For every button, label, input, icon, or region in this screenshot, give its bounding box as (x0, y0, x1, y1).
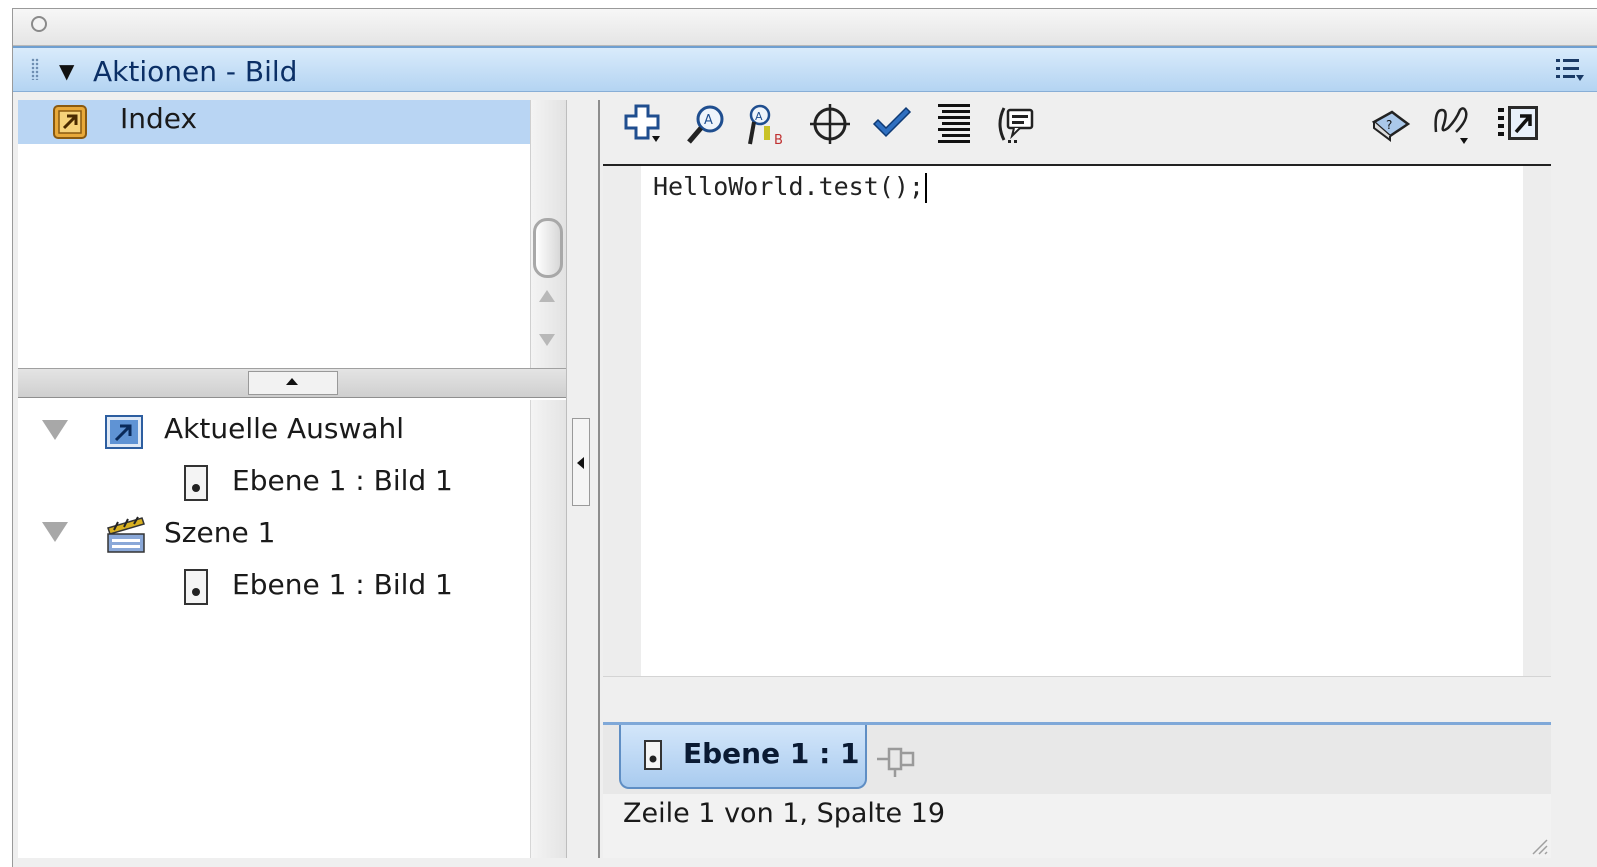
script-assist-icon[interactable] (1496, 102, 1540, 146)
panel-header[interactable]: ▼ Aktionen - Bild (13, 46, 1597, 92)
tree-label: Aktuelle Auswahl (164, 412, 405, 445)
svg-text:A: A (704, 113, 713, 128)
check-syntax-icon[interactable] (870, 102, 914, 146)
tree-item-frame[interactable]: Ebene 1 : Bild 1 (18, 564, 498, 608)
target-path-icon[interactable] (808, 102, 852, 146)
auto-format-icon[interactable] (932, 102, 976, 146)
tree-label: Szene 1 (164, 516, 276, 549)
panel-menu-icon[interactable] (1554, 56, 1586, 84)
line-number-gutter (603, 166, 641, 676)
current-selection-icon (105, 415, 143, 449)
tree-item-frame[interactable]: Ebene 1 : Bild 1 (18, 460, 498, 504)
svg-text:?: ? (1386, 118, 1392, 132)
scroll-thumb[interactable] (533, 218, 563, 278)
actions-toolbox-pane: Index Aktuelle Auswahl Ebene 1 : Bild 1 (18, 100, 566, 858)
replace-icon[interactable]: A B (744, 102, 788, 146)
collapse-left-arrow-icon (577, 457, 584, 469)
script-navigator-tree: Aktuelle Auswahl Ebene 1 : Bild 1 Szene … (18, 400, 530, 858)
svg-text:A: A (755, 110, 763, 123)
code-text: HelloWorld.test(); (653, 172, 924, 201)
pane-divider[interactable] (566, 100, 600, 858)
script-toolbar: A A B ? (604, 88, 1552, 166)
add-statement-icon[interactable] (622, 102, 666, 146)
frame-doc-icon (184, 465, 208, 501)
resize-grip-icon[interactable] (1527, 834, 1549, 856)
toolbox-scrollbar[interactable] (530, 100, 566, 368)
index-item[interactable]: Index (18, 100, 530, 144)
scroll-up-arrow-icon[interactable] (539, 290, 555, 302)
panel-title: Aktionen - Bild (93, 55, 298, 88)
tree-label: Ebene 1 : Bild 1 (232, 464, 453, 497)
code-hint-icon[interactable] (994, 102, 1038, 146)
scroll-down-arrow-icon[interactable] (539, 334, 555, 346)
frame-doc-icon (644, 740, 662, 770)
tree-item-scene[interactable]: Szene 1 (18, 512, 498, 556)
tab-label: Ebene 1 : 1 (683, 737, 860, 770)
disclosure-triangle-icon[interactable] (42, 420, 68, 440)
collapse-pane-handle[interactable] (572, 418, 590, 506)
splitter-up-arrow-icon (286, 378, 298, 385)
pin-script-icon[interactable] (875, 739, 919, 777)
script-editor[interactable]: HelloWorld.test(); (603, 164, 1551, 676)
disclosure-triangle-icon[interactable] (42, 522, 68, 542)
navigator-scrollbar[interactable] (530, 400, 566, 858)
tree-item-current-selection[interactable]: Aktuelle Auswahl (18, 408, 498, 452)
editor-horizontal-scrollbar[interactable] (603, 676, 1551, 724)
status-bar: Zeile 1 von 1, Spalte 19 (603, 794, 1551, 858)
cursor-position-status: Zeile 1 von 1, Spalte 19 (623, 798, 946, 829)
index-book-icon (53, 105, 87, 139)
text-caret (924, 173, 927, 203)
code-line[interactable]: HelloWorld.test(); (653, 172, 927, 203)
tab-frame-script[interactable]: Ebene 1 : 1 (619, 725, 867, 789)
tree-label: Ebene 1 : Bild 1 (232, 568, 453, 601)
find-icon[interactable]: A (684, 102, 728, 146)
index-label: Index (120, 102, 198, 135)
collapse-triangle-icon[interactable]: ▼ (59, 59, 74, 83)
close-circle-button[interactable] (31, 16, 47, 32)
frame-doc-icon (184, 569, 208, 605)
reference-icon[interactable]: ? (1368, 102, 1412, 146)
pane-splitter[interactable] (18, 368, 566, 398)
debug-options-icon[interactable] (1430, 102, 1474, 146)
editor-right-margin (1523, 166, 1551, 676)
splitter-handle[interactable] (248, 371, 338, 395)
script-tab-bar: Ebene 1 : 1 (603, 722, 1551, 794)
grip-handle-icon[interactable] (31, 58, 39, 80)
window-titlebar (13, 9, 1597, 46)
svg-text:B: B (774, 133, 783, 146)
clapperboard-icon (107, 516, 145, 553)
